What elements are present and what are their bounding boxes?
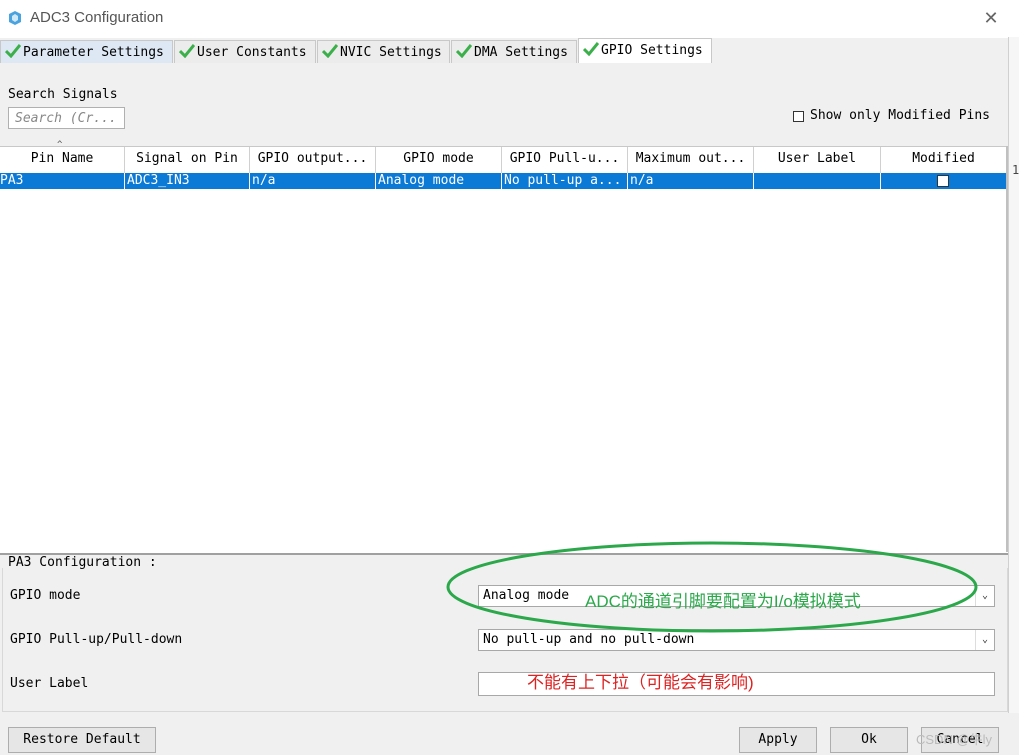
pull-label: GPIO Pull-up/Pull-down <box>10 632 183 647</box>
gpio-mode-label: GPIO mode <box>10 588 81 603</box>
tab-label: NVIC Settings <box>340 45 442 60</box>
column-header-pull[interactable]: GPIO Pull-u... <box>502 147 628 173</box>
cell-pin: PA3 <box>0 173 125 189</box>
cell-gpio-mode: Analog mode <box>376 173 502 189</box>
search-label: Search Signals <box>8 87 118 102</box>
tab-label: DMA Settings <box>474 45 568 60</box>
tab-user-constants[interactable]: User Constants <box>174 40 316 63</box>
window-title: ADC3 Configuration <box>30 9 164 26</box>
restore-default-button[interactable]: Restore Default <box>8 727 156 753</box>
check-icon <box>456 44 472 58</box>
watermark: CSDN @牛ly <box>916 732 993 747</box>
tab-label: Parameter Settings <box>23 45 164 60</box>
right-edge-mark: 1 <box>1012 163 1019 177</box>
pin-table <box>0 146 1008 553</box>
tab-gpio-settings[interactable]: GPIO Settings <box>578 38 712 63</box>
tab-label: GPIO Settings <box>601 43 703 58</box>
cell-gpio-output: n/a <box>250 173 376 189</box>
ok-button[interactable]: Ok <box>830 727 908 753</box>
user-label-label: User Label <box>10 676 89 691</box>
check-icon <box>583 42 599 56</box>
show-modified-checkbox[interactable] <box>793 111 804 122</box>
cell-user-label <box>754 173 881 189</box>
tab-label: User Constants <box>197 45 307 60</box>
annotation-green-note: ADC的通道引脚要配置为I/o模拟模式 <box>585 592 861 611</box>
column-header-user-label[interactable]: User Label <box>754 147 881 173</box>
column-header-pin-name[interactable]: Pin Name <box>0 147 125 173</box>
tab-dma-settings[interactable]: DMA Settings <box>451 40 577 63</box>
close-button[interactable]: ✕ <box>978 6 1004 32</box>
check-icon <box>5 44 21 58</box>
cell-max-output: n/a <box>628 173 754 189</box>
cell-signal: ADC3_IN3 <box>125 173 250 189</box>
app-cube-icon <box>9 11 21 25</box>
pull-value: No pull-up and no pull-down <box>483 632 695 647</box>
cell-pull: No pull-up a... <box>502 173 628 189</box>
check-icon <box>322 44 338 58</box>
show-modified-label: Show only Modified Pins <box>810 108 991 123</box>
sort-indicator-icon: ^ <box>57 140 63 150</box>
apply-button[interactable]: Apply <box>739 727 817 753</box>
column-header-signal[interactable]: Signal on Pin <box>125 147 250 173</box>
column-header-modified[interactable]: Modified <box>881 147 1006 173</box>
column-header-gpio-output[interactable]: GPIO output... <box>250 147 376 173</box>
config-title: PA3 Configuration : <box>8 555 161 570</box>
right-edge-strip <box>1008 37 1019 713</box>
modified-checkbox[interactable] <box>937 175 949 187</box>
column-header-max-output[interactable]: Maximum out... <box>628 147 754 173</box>
search-input[interactable]: Search (Cr... <box>8 107 125 129</box>
tab-nvic-settings[interactable]: NVIC Settings <box>317 40 450 63</box>
check-icon <box>179 44 195 58</box>
tab-parameter-settings[interactable]: Parameter Settings <box>0 40 173 63</box>
annotation-red-note: 不能有上下拉（可能会有影响) <box>527 673 754 692</box>
column-header-gpio-mode[interactable]: GPIO mode <box>376 147 502 173</box>
